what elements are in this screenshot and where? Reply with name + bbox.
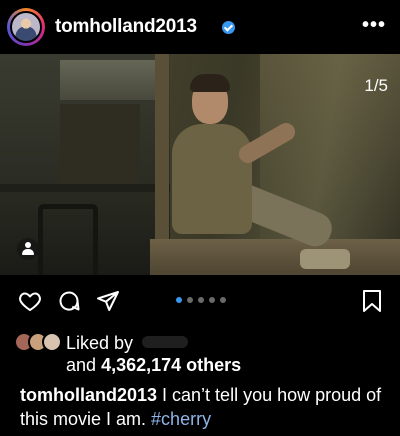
paper-plane-icon[interactable] <box>96 289 120 313</box>
photo-person-torso <box>172 124 252 234</box>
carousel-dot <box>187 297 193 303</box>
caption-hashtag[interactable]: #cherry <box>151 409 211 429</box>
carousel-dot <box>209 297 215 303</box>
avatar[interactable] <box>10 11 42 43</box>
and-label: and <box>66 355 97 375</box>
likes-section: Liked by and 4,362,174 others <box>0 326 400 382</box>
liked-by-username-redacted[interactable] <box>142 336 188 348</box>
story-ring[interactable] <box>7 8 45 46</box>
liked-by-label: Liked by <box>66 333 134 353</box>
more-options-icon[interactable]: ••• <box>362 14 386 37</box>
caption-username[interactable]: tomholland2013 <box>20 385 157 405</box>
carousel-dot-active <box>176 297 182 303</box>
likes-count: 4,362,174 <box>101 355 182 375</box>
verified-badge-icon <box>222 21 235 34</box>
post-caption: tomholland2013 I can’t tell you how prou… <box>20 383 390 431</box>
photo-person-hair <box>190 74 230 92</box>
liker-avatar[interactable] <box>42 332 62 352</box>
photo-window <box>60 60 155 100</box>
carousel-counter: 1/5 <box>364 76 388 95</box>
bookmark-icon[interactable] <box>360 289 384 313</box>
comment-bubble-icon[interactable] <box>57 289 81 313</box>
photo-chair <box>38 204 98 275</box>
carousel-dot <box>220 297 226 303</box>
carousel-dot <box>198 297 204 303</box>
heart-outline-icon[interactable] <box>18 289 42 313</box>
photo-bench <box>150 239 400 275</box>
user-tag-icon[interactable] <box>17 238 39 260</box>
photo-person-boot <box>300 249 350 269</box>
others-label: others <box>186 355 242 375</box>
post-header: tomholland2013 ••• <box>0 0 400 54</box>
likes-count-text[interactable]: and 4,362,174 others <box>66 355 241 376</box>
photo-shelf <box>0 184 170 192</box>
post-photo[interactable]: 1/5 <box>0 54 400 275</box>
post-username[interactable]: tomholland2013 <box>55 16 197 38</box>
photo-crate <box>60 104 140 186</box>
